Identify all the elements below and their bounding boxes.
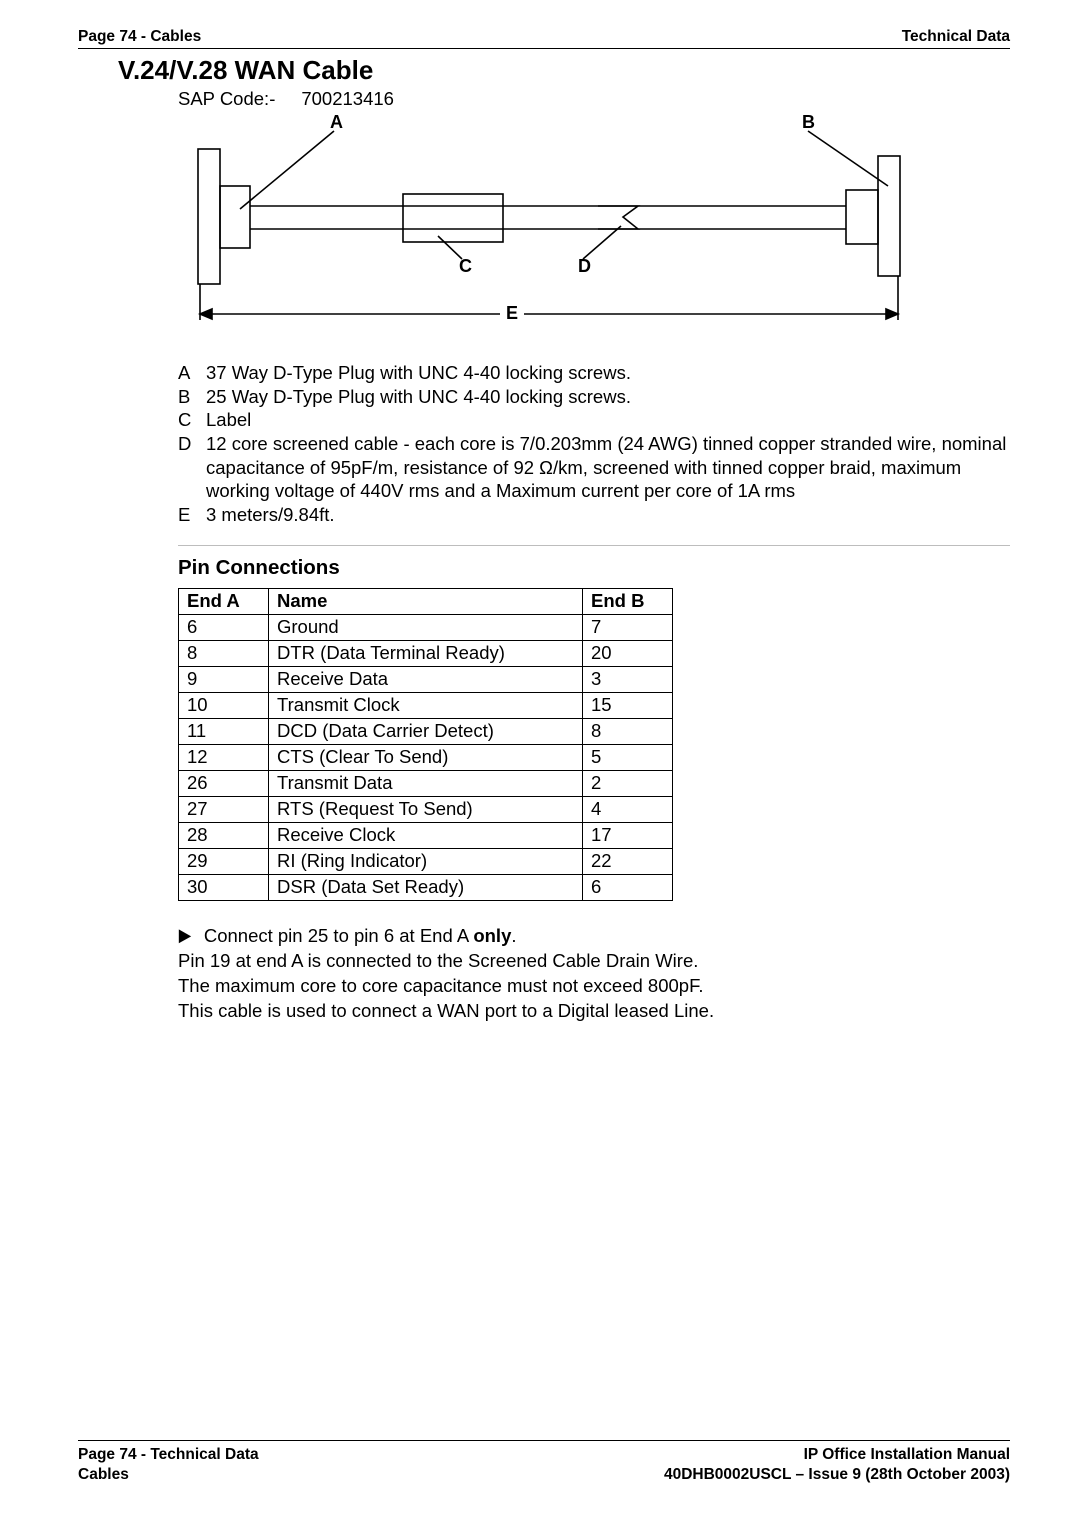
note-line-2: Pin 19 at end A is connected to the Scre…	[178, 948, 1010, 973]
table-cell: 17	[583, 822, 673, 848]
def-key: A	[178, 361, 206, 385]
table-cell: 2	[583, 770, 673, 796]
table-row: 9Receive Data3	[179, 666, 673, 692]
table-row: 26Transmit Data2	[179, 770, 673, 796]
table-cell: 4	[583, 796, 673, 822]
table-cell: 10	[179, 692, 269, 718]
table-cell: 12	[179, 744, 269, 770]
diag-label-c: C	[459, 256, 472, 277]
table-cell: Transmit Data	[269, 770, 583, 796]
def-key: D	[178, 432, 206, 503]
header-row: Page 74 - Cables Technical Data	[78, 28, 1010, 48]
footer-left: Page 74 - Technical Data Cables	[78, 1445, 259, 1484]
header-rule	[78, 48, 1010, 49]
section-rule	[178, 545, 1010, 546]
table-cell: 6	[179, 614, 269, 640]
table-cell: 7	[583, 614, 673, 640]
def-item-c: C Label	[178, 408, 1010, 432]
table-cell: Receive Data	[269, 666, 583, 692]
note-bold: only	[473, 925, 511, 946]
def-key: E	[178, 503, 206, 527]
notes: ▶ Connect pin 25 to pin 6 at End A only.…	[178, 923, 1010, 1024]
footer-left-1: Page 74 - Technical Data	[78, 1445, 259, 1464]
pin-heading: Pin Connections	[178, 556, 1010, 580]
table-cell: 5	[583, 744, 673, 770]
page-title: V.24/V.28 WAN Cable	[118, 55, 1010, 86]
table-row: 28Receive Clock17	[179, 822, 673, 848]
table-cell: DCD (Data Carrier Detect)	[269, 718, 583, 744]
table-cell: 30	[179, 874, 269, 900]
def-key: B	[178, 385, 206, 409]
sap-row: SAP Code:- 700213416	[178, 88, 1010, 110]
table-cell: Transmit Clock	[269, 692, 583, 718]
table-cell: 11	[179, 718, 269, 744]
header-right: Technical Data	[902, 28, 1010, 46]
def-val: 3 meters/9.84ft.	[206, 503, 1010, 527]
def-val: Label	[206, 408, 1010, 432]
table-cell: 22	[583, 848, 673, 874]
table-cell: 3	[583, 666, 673, 692]
table-cell: 26	[179, 770, 269, 796]
table-cell: 15	[583, 692, 673, 718]
table-row: 10Transmit Clock15	[179, 692, 673, 718]
footer-right-2: 40DHB0002USCL – Issue 9 (28th October 20…	[664, 1465, 1010, 1484]
def-item-d: D 12 core screened cable - each core is …	[178, 432, 1010, 503]
pin-header-row: End A Name End B	[179, 588, 673, 614]
sap-label: SAP Code:-	[178, 88, 275, 110]
table-row: 12CTS (Clear To Send)5	[179, 744, 673, 770]
footer-left-2: Cables	[78, 1465, 259, 1484]
def-item-a: A 37 Way D-Type Plug with UNC 4-40 locki…	[178, 361, 1010, 385]
arrow-icon: ▶	[179, 923, 191, 947]
table-row: 6Ground7	[179, 614, 673, 640]
table-cell: 27	[179, 796, 269, 822]
table-cell: DTR (Data Terminal Ready)	[269, 640, 583, 666]
note-bullet: ▶ Connect pin 25 to pin 6 at End A only.	[178, 923, 1010, 948]
note-suffix: .	[511, 925, 516, 946]
pin-header-name: Name	[269, 588, 583, 614]
table-cell: 6	[583, 874, 673, 900]
table-cell: DSR (Data Set Ready)	[269, 874, 583, 900]
cable-diagram-svg	[178, 114, 923, 339]
def-item-b: B 25 Way D-Type Plug with UNC 4-40 locki…	[178, 385, 1010, 409]
def-item-e: E 3 meters/9.84ft.	[178, 503, 1010, 527]
footer: Page 74 - Technical Data Cables IP Offic…	[78, 1440, 1010, 1484]
table-cell: RTS (Request To Send)	[269, 796, 583, 822]
table-row: 30DSR (Data Set Ready)6	[179, 874, 673, 900]
table-cell: 8	[179, 640, 269, 666]
table-cell: CTS (Clear To Send)	[269, 744, 583, 770]
footer-right: IP Office Installation Manual 40DHB0002U…	[664, 1445, 1010, 1484]
sap-code: 700213416	[301, 88, 394, 110]
table-row: 27RTS (Request To Send)4	[179, 796, 673, 822]
table-row: 8DTR (Data Terminal Ready)20	[179, 640, 673, 666]
table-row: 29RI (Ring Indicator)22	[179, 848, 673, 874]
diag-label-e: E	[500, 303, 524, 324]
note-line-3: The maximum core to core capacitance mus…	[178, 973, 1010, 998]
table-cell: 20	[583, 640, 673, 666]
def-val: 37 Way D-Type Plug with UNC 4-40 locking…	[206, 361, 1010, 385]
diag-label-b: B	[802, 112, 815, 133]
table-cell: 28	[179, 822, 269, 848]
def-val: 25 Way D-Type Plug with UNC 4-40 locking…	[206, 385, 1010, 409]
note-text: Connect pin 25 to pin 6 at End A	[204, 925, 473, 946]
table-cell: 29	[179, 848, 269, 874]
diag-label-d: D	[578, 256, 591, 277]
table-row: 11DCD (Data Carrier Detect)8	[179, 718, 673, 744]
def-key: C	[178, 408, 206, 432]
definition-list: A 37 Way D-Type Plug with UNC 4-40 locki…	[178, 361, 1010, 527]
def-val: 12 core screened cable - each core is 7/…	[206, 432, 1010, 503]
cable-diagram: A B C D E	[178, 114, 923, 339]
note-line-4: This cable is used to connect a WAN port…	[178, 998, 1010, 1023]
table-cell: 9	[179, 666, 269, 692]
pin-table: End A Name End B 6Ground78DTR (Data Term…	[178, 588, 673, 901]
table-cell: 8	[583, 718, 673, 744]
footer-right-1: IP Office Installation Manual	[664, 1445, 1010, 1464]
table-cell: Ground	[269, 614, 583, 640]
header-left: Page 74 - Cables	[78, 28, 201, 46]
pin-header-a: End A	[179, 588, 269, 614]
diag-label-a: A	[330, 112, 343, 133]
pin-header-b: End B	[583, 588, 673, 614]
table-cell: RI (Ring Indicator)	[269, 848, 583, 874]
note-bullet-text: Connect pin 25 to pin 6 at End A only.	[204, 923, 517, 948]
table-cell: Receive Clock	[269, 822, 583, 848]
